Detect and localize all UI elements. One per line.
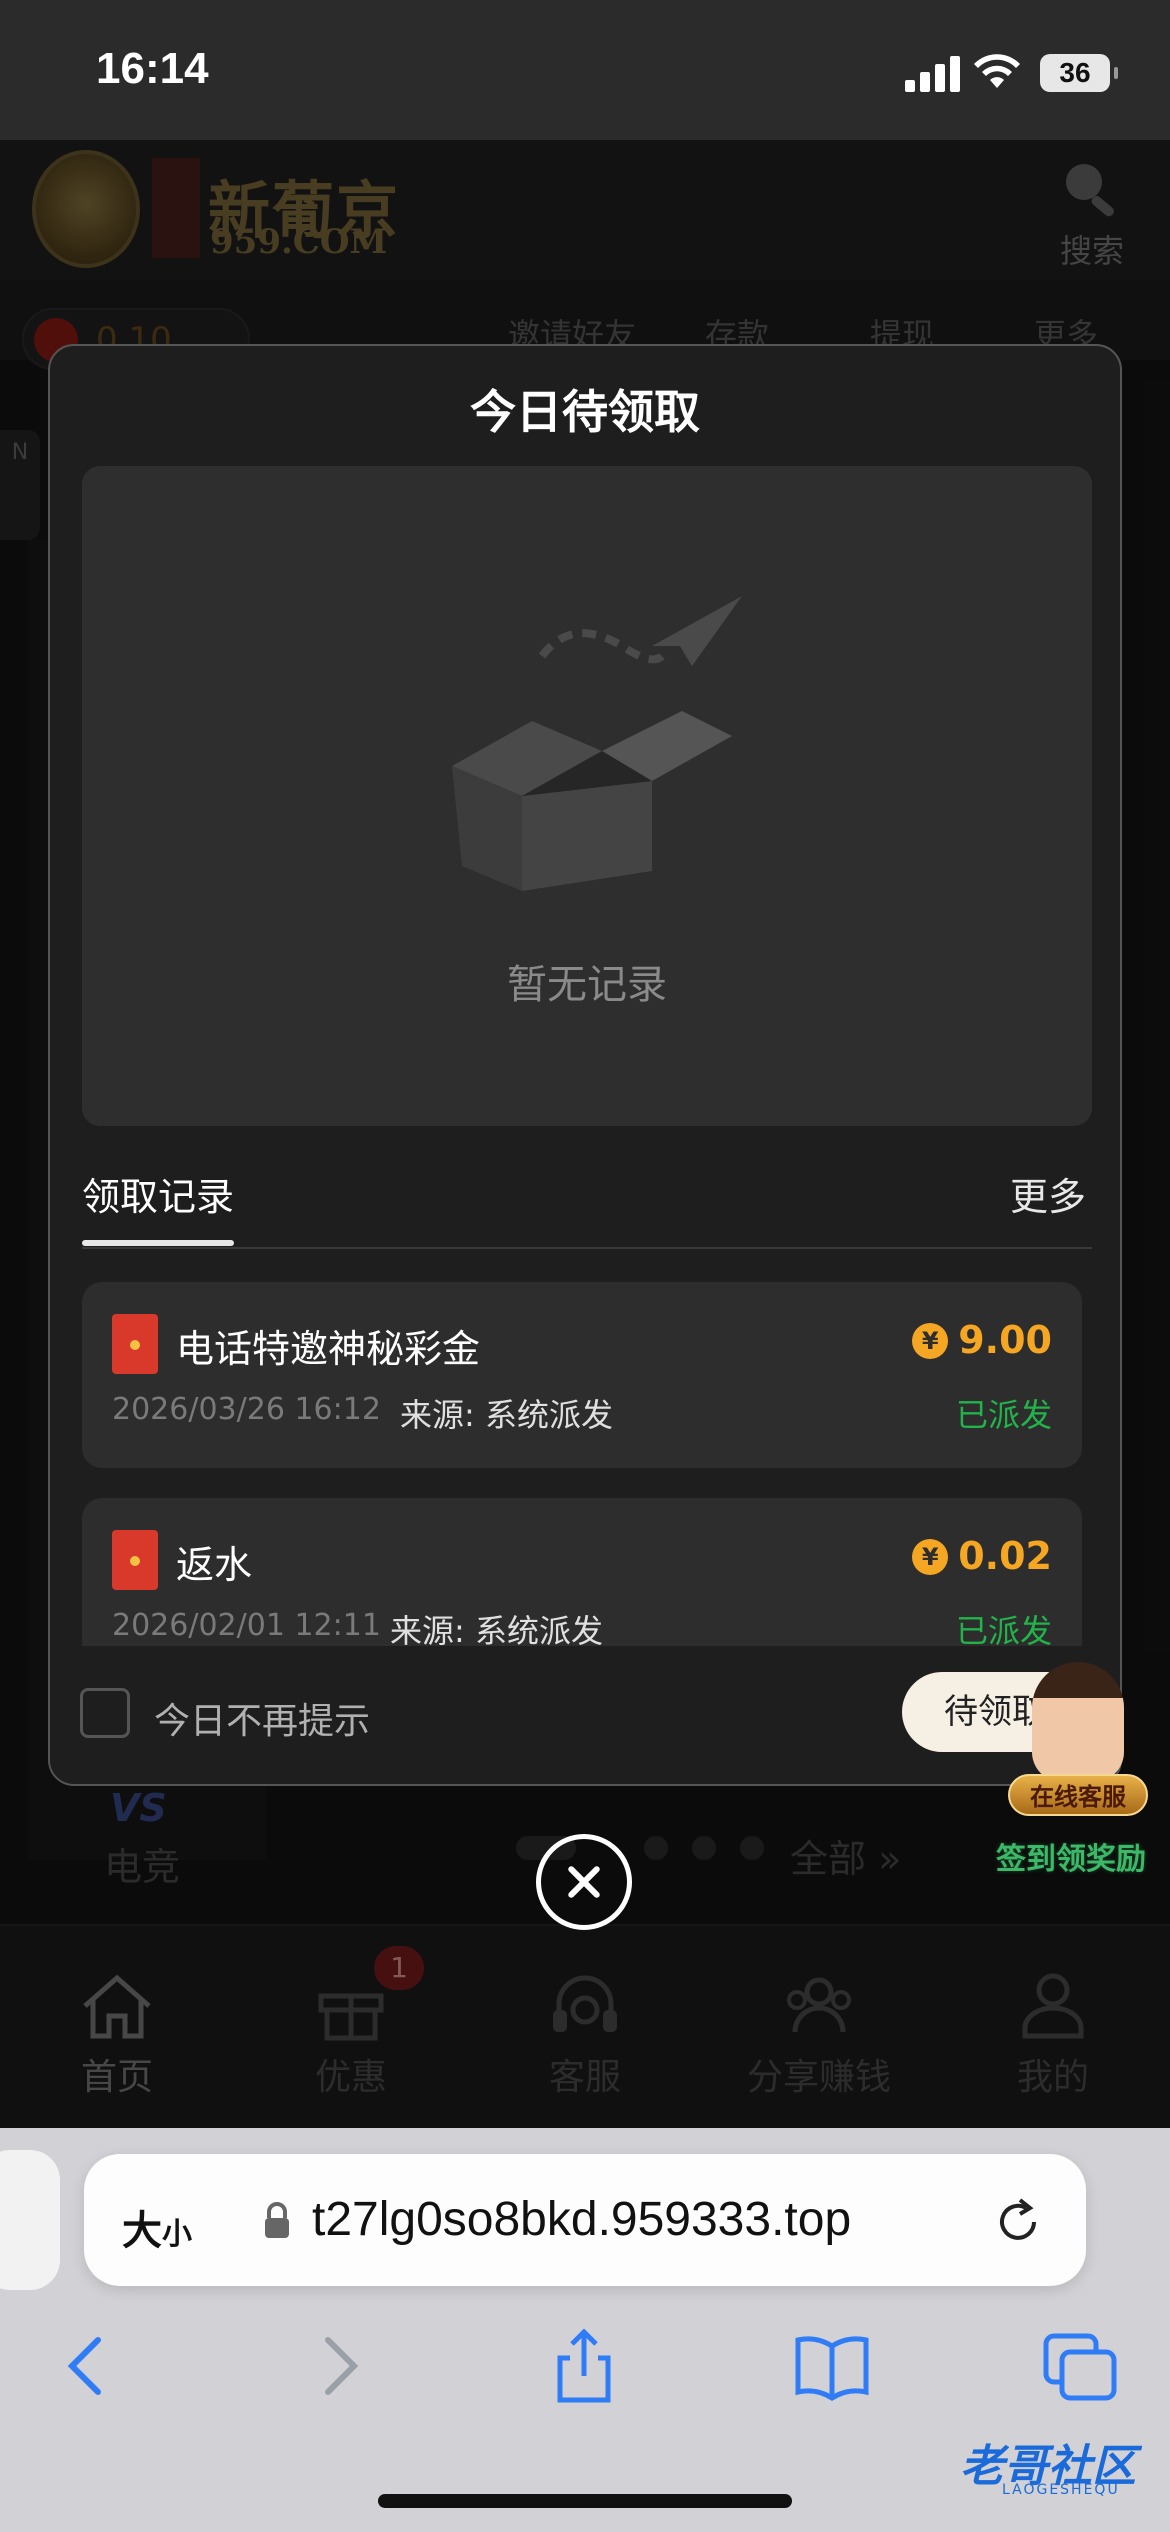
status-bar: 16:14 36 xyxy=(0,0,1170,140)
online-service-label: 在线客服 xyxy=(1008,1774,1148,1816)
record-name: 返水 xyxy=(176,1543,253,1587)
daily-rewards-modal: 今日待领取 暂无记录 领取记录 更多 电话特邀神秘彩金 ¥9.00 2026/0… xyxy=(48,344,1122,1786)
red-envelope-icon xyxy=(112,1530,158,1590)
service-agent-avatar xyxy=(1032,1662,1124,1782)
record-date: 2026/03/26 16:12 xyxy=(112,1392,381,1427)
lock-icon xyxy=(265,2202,289,2238)
watermark-sub: LAOGESHEQU xyxy=(1002,2482,1120,2498)
record-item: 电话特邀神秘彩金 ¥9.00 2026/03/26 16:12 来源: 系统派发… xyxy=(82,1282,1082,1468)
no-remind-label[interactable]: 今日不再提示 xyxy=(154,1692,370,1744)
watermark-logo: 老哥社区 LAOGESHEQU xyxy=(910,2424,1160,2504)
close-modal-icon[interactable] xyxy=(536,1834,632,1930)
status-time: 16:14 xyxy=(96,44,209,93)
checkin-reward-label[interactable]: 签到领奖励 xyxy=(996,1834,1146,1878)
records-list[interactable]: 电话特邀神秘彩金 ¥9.00 2026/03/26 16:12 来源: 系统派发… xyxy=(82,1282,1092,1646)
text-size-small: 小 xyxy=(162,2217,192,2252)
record-amount: ¥9.00 xyxy=(912,1318,1052,1362)
more-link[interactable]: 更多 xyxy=(1010,1166,1086,1221)
modal-footer: 今日不再提示 待领取 xyxy=(50,1646,1120,1784)
modal-title: 今日待领取 xyxy=(470,385,700,439)
online-service-float[interactable]: 在线客服 签到领奖励 xyxy=(972,1662,1162,1882)
text-size-big: 大 xyxy=(122,2208,162,2254)
back-icon[interactable] xyxy=(48,2326,128,2406)
share-icon[interactable] xyxy=(544,2326,624,2406)
empty-state-text: 暂无记录 xyxy=(507,962,667,1008)
record-status: 已派发 xyxy=(955,1612,1052,1646)
url-text[interactable]: t27lg0so8bkd.959333.top xyxy=(312,2192,851,2247)
empty-box-icon xyxy=(452,596,742,891)
record-source: 来源: 系统派发 xyxy=(400,1396,613,1434)
wifi-icon xyxy=(974,54,1020,88)
cellular-signal-icon xyxy=(905,56,961,92)
yen-coin-icon: ¥ xyxy=(912,1323,949,1359)
empty-state-panel: 暂无记录 xyxy=(82,466,1092,1126)
yen-coin-icon: ¥ xyxy=(912,1539,949,1575)
record-status: 已派发 xyxy=(955,1396,1052,1434)
red-envelope-icon xyxy=(112,1314,158,1374)
tab-underline xyxy=(82,1240,234,1246)
record-amount-value: 9.00 xyxy=(958,1318,1052,1362)
record-amount: ¥0.02 xyxy=(912,1534,1052,1578)
home-indicator xyxy=(378,2494,792,2508)
bookmarks-icon[interactable] xyxy=(792,2326,872,2406)
tabs-icon[interactable] xyxy=(1040,2326,1120,2406)
record-item: 返水 ¥0.02 2026/02/01 12:11 来源: 系统派发 已派发 xyxy=(82,1498,1082,1646)
record-amount-value: 0.02 xyxy=(958,1534,1052,1578)
text-size-button[interactable]: 大小 xyxy=(122,2198,192,2256)
no-remind-checkbox[interactable] xyxy=(80,1688,130,1738)
battery-icon: 36 xyxy=(1040,54,1118,92)
reload-icon[interactable] xyxy=(990,2194,1046,2250)
tab-claim-records[interactable]: 领取记录 xyxy=(82,1166,234,1221)
previous-tab-edge[interactable] xyxy=(0,2150,60,2290)
tab-divider xyxy=(82,1247,1092,1249)
record-source: 来源: 系统派发 xyxy=(390,1612,603,1646)
record-date: 2026/02/01 12:11 xyxy=(112,1608,381,1643)
forward-icon[interactable] xyxy=(298,2326,378,2406)
record-name: 电话特邀神秘彩金 xyxy=(176,1327,481,1371)
